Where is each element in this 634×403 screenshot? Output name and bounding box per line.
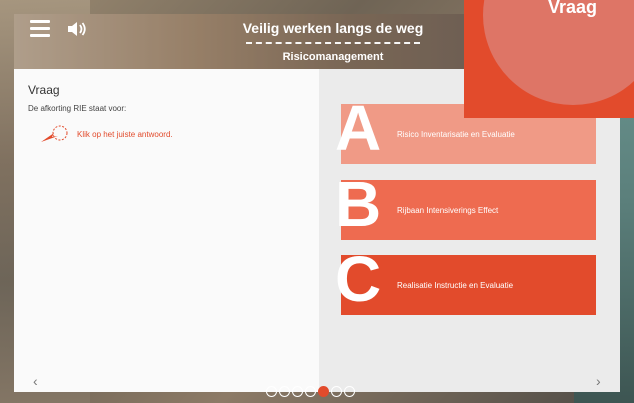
page-dot[interactable]	[344, 386, 355, 397]
speaker-icon[interactable]	[66, 19, 88, 39]
title-block: Veilig werken langs de weg Risicomanagem…	[228, 14, 438, 69]
title-divider	[246, 42, 420, 44]
question-heading: Vraag	[28, 83, 60, 97]
answer-letter: B	[335, 168, 382, 240]
answer-option-b[interactable]: B Rijbaan Intensiverings Effect	[335, 172, 596, 240]
page-title: Veilig werken langs de weg	[242, 20, 424, 36]
badge-label: Vraag	[548, 0, 598, 17]
page-dot[interactable]	[292, 386, 303, 397]
page-dot[interactable]	[279, 386, 290, 397]
page-dot[interactable]	[266, 386, 277, 397]
page-indicator	[266, 386, 355, 397]
answer-letter: C	[335, 243, 382, 315]
previous-page-button[interactable]: ‹	[33, 373, 38, 389]
page-dot[interactable]	[305, 386, 316, 397]
answer-label: Realisatie Instructie en Evaluatie	[397, 280, 514, 290]
hint-text: Klik op het juiste antwoord.	[77, 130, 173, 139]
answer-label: Rijbaan Intensiverings Effect	[397, 205, 499, 215]
question-panel	[14, 69, 319, 392]
page-dot[interactable]	[318, 386, 329, 397]
page-subtitle: Risicomanagement	[282, 51, 384, 63]
question-text: De afkorting RIE staat voor:	[28, 104, 127, 113]
answer-letter: A	[335, 92, 382, 164]
next-page-button[interactable]: ›	[596, 373, 601, 389]
pointing-hand-icon	[40, 124, 70, 144]
menu-icon[interactable]	[30, 20, 50, 38]
answer-option-c[interactable]: C Realisatie Instructie en Evaluatie	[335, 247, 596, 315]
page-dot[interactable]	[331, 386, 342, 397]
